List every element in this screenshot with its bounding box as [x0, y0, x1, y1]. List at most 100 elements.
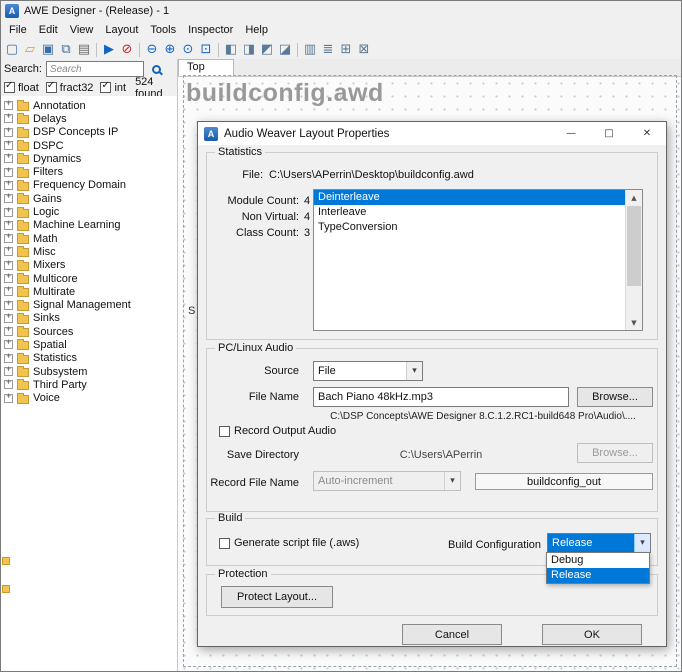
tree-item[interactable]: Math	[1, 232, 177, 245]
expand-icon[interactable]	[4, 154, 13, 163]
menu-item[interactable]: Layout	[99, 23, 144, 37]
scroll-down-icon[interactable]	[626, 315, 642, 330]
tree-item[interactable]: Multicore	[1, 272, 177, 285]
scroll-thumb[interactable]	[627, 206, 641, 286]
tree-item[interactable]: Dynamics	[1, 152, 177, 165]
expand-icon[interactable]	[4, 261, 13, 270]
search-input[interactable]	[46, 61, 144, 77]
tree-item[interactable]: Sinks	[1, 312, 177, 325]
open-icon[interactable]: ▱	[21, 41, 39, 59]
tree-item[interactable]: Spatial	[1, 338, 177, 351]
expand-icon[interactable]	[4, 181, 13, 190]
checkbox[interactable]	[46, 82, 57, 93]
expand-icon[interactable]	[4, 354, 13, 363]
run-icon[interactable]: ▶	[100, 41, 118, 59]
expand-icon[interactable]	[4, 314, 13, 323]
title-bar[interactable]: A AWE Designer - (Release) - 1	[1, 1, 681, 21]
align-right-icon[interactable]: ◨	[240, 41, 258, 59]
record-output-checkbox-row[interactable]: Record Output Audio	[219, 425, 336, 437]
distribute-v-icon[interactable]: ≣	[319, 41, 337, 59]
expand-icon[interactable]	[4, 114, 13, 123]
record-file-name-field[interactable]: buildconfig_out	[475, 473, 653, 490]
expand-icon[interactable]	[4, 194, 13, 203]
record-output-checkbox[interactable]	[219, 426, 230, 437]
align-bottom-icon[interactable]: ◪	[276, 41, 294, 59]
tree-item[interactable]: Third Party	[1, 378, 177, 391]
cancel-button[interactable]: Cancel	[402, 624, 502, 645]
checkbox[interactable]	[100, 82, 111, 93]
listbox-scrollbar[interactable]	[625, 190, 642, 330]
expand-icon[interactable]	[4, 208, 13, 217]
menu-item[interactable]: View	[64, 23, 100, 37]
maximize-button[interactable]: □	[590, 122, 628, 145]
browse-file-button[interactable]: Browse...	[577, 387, 653, 407]
type-filter[interactable]: float	[4, 82, 39, 94]
build-configuration-combo[interactable]: Release	[547, 533, 651, 553]
tree-item[interactable]: Misc	[1, 245, 177, 258]
dropdown-option[interactable]: Release	[547, 568, 649, 583]
new-icon[interactable]: ▢	[3, 41, 21, 59]
distribute-h-icon[interactable]: ▥	[301, 41, 319, 59]
expand-icon[interactable]	[4, 234, 13, 243]
tree-item[interactable]: Subsystem	[1, 365, 177, 378]
menu-item[interactable]: Tools	[144, 23, 182, 37]
dropdown-option[interactable]: Debug	[547, 553, 649, 568]
expand-icon[interactable]	[4, 128, 13, 137]
menu-item[interactable]: Inspector	[182, 23, 239, 37]
checkbox[interactable]	[4, 82, 15, 93]
tree-item[interactable]: Voice	[1, 392, 177, 405]
save-icon[interactable]: ▣	[39, 41, 57, 59]
dropdown-arrow-icon[interactable]	[634, 534, 650, 552]
menu-item[interactable]: Edit	[33, 23, 64, 37]
print-icon[interactable]: ▤	[75, 41, 93, 59]
dialog-title-bar[interactable]: A Audio Weaver Layout Properties —□✕	[198, 122, 666, 145]
tree-item[interactable]: Statistics	[1, 352, 177, 365]
tree-item[interactable]: Gains	[1, 192, 177, 205]
minimize-button[interactable]: —	[552, 122, 590, 145]
expand-icon[interactable]	[4, 247, 13, 256]
expand-icon[interactable]	[4, 340, 13, 349]
expand-icon[interactable]	[4, 394, 13, 403]
dock-icon[interactable]	[2, 557, 10, 565]
dropdown-arrow-icon[interactable]	[406, 362, 422, 380]
tree-item[interactable]: Frequency Domain	[1, 179, 177, 192]
zoom-actual-icon[interactable]: ⊙	[179, 41, 197, 59]
record-file-mode-combo[interactable]: Auto-increment	[313, 471, 461, 491]
expand-icon[interactable]	[4, 274, 13, 283]
zoom-out-icon[interactable]: ⊖	[143, 41, 161, 59]
expand-icon[interactable]	[4, 101, 13, 110]
tree-item[interactable]: Mixers	[1, 259, 177, 272]
tree-item[interactable]: Machine Learning	[1, 219, 177, 232]
expand-icon[interactable]	[4, 287, 13, 296]
expand-icon[interactable]	[4, 141, 13, 150]
menu-item[interactable]: Help	[239, 23, 274, 37]
tree-item[interactable]: DSPC	[1, 139, 177, 152]
type-filter[interactable]: fract32	[46, 82, 94, 94]
module-list-item[interactable]: Deinterleave	[314, 190, 625, 205]
tree-item[interactable]: Annotation	[1, 99, 177, 112]
protect-layout-button[interactable]: Protect Layout...	[221, 586, 333, 608]
expand-icon[interactable]	[4, 168, 13, 177]
browse-directory-button[interactable]: Browse...	[577, 443, 653, 463]
zoom-in-icon[interactable]: ⊕	[161, 41, 179, 59]
expand-icon[interactable]	[4, 221, 13, 230]
halt-audio-icon[interactable]: ⊘	[118, 41, 136, 59]
file-name-field[interactable]: Bach Piano 48kHz.mp3	[313, 387, 569, 407]
tab-top[interactable]: Top	[178, 59, 234, 76]
menu-item[interactable]: File	[3, 23, 33, 37]
ok-button[interactable]: OK	[542, 624, 642, 645]
expand-icon[interactable]	[4, 327, 13, 336]
expand-icon[interactable]	[4, 380, 13, 389]
align-left-icon[interactable]: ◧	[222, 41, 240, 59]
tree-item[interactable]: Sources	[1, 325, 177, 338]
grid-icon[interactable]: ⊞	[337, 41, 355, 59]
expand-icon[interactable]	[4, 301, 13, 310]
dock-icon[interactable]	[2, 585, 10, 593]
tree-item[interactable]: Delays	[1, 112, 177, 125]
save-all-icon[interactable]: ⧉	[57, 41, 75, 59]
module-list-item[interactable]: Interleave	[314, 205, 625, 220]
module-list-item[interactable]: TypeConversion	[314, 220, 625, 235]
generate-script-checkbox[interactable]	[219, 538, 230, 549]
tree-item[interactable]: Signal Management	[1, 298, 177, 311]
route-icon[interactable]: ⊠	[355, 41, 373, 59]
